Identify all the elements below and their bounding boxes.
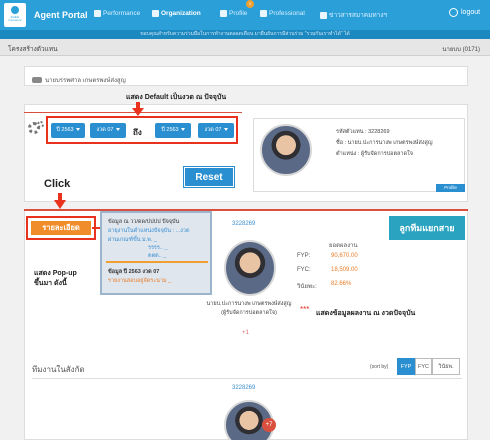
agent-id-label: นายบบ (0171)	[442, 47, 480, 53]
power-icon	[449, 8, 458, 17]
company-logo[interactable]: thailife insurance	[4, 3, 26, 27]
profile-code: รหัสตัวแทน : 3228269	[336, 129, 390, 135]
news-icon	[320, 11, 327, 19]
sub-header: โครงสร้างตัวแทน นายบบ (0171)	[0, 39, 490, 56]
organization-divider	[24, 209, 468, 211]
from-period-select[interactable]: งวด 07	[90, 123, 126, 138]
profile-info: รหัสตัวแทน : 3228269 ชื่อ : นายบ.ปะการนา…	[336, 127, 433, 160]
breadcrumb[interactable]: นายบรรพศาล เกษตรพงษ์ส่งสูญ	[32, 75, 126, 85]
stats-fyp-value: 90,670.00	[331, 253, 358, 259]
detail-button[interactable]: รายละเอียด	[31, 221, 91, 235]
announcement-bar: ขอบคุณสำหรับความร่วมมือในการทำงานตลอดเดื…	[0, 30, 490, 39]
stats-fyc-label: FYC:	[297, 267, 311, 273]
team-section-title: ทีมงานในสังกัด	[32, 365, 85, 374]
popup-line-report: รายงานสอบอยู่จัดระนาม _	[108, 278, 172, 284]
popup-line-tenure: อายุงานในตำแหน่งปัจจุบัน : ...งวด	[108, 228, 190, 234]
to-label: ถึง	[133, 128, 142, 137]
center-agent-code[interactable]: 3228269	[232, 221, 255, 227]
annotation-default: แสดง Default เป็นงวด ณ ปัจจุบัน	[126, 94, 227, 101]
profile-icon	[220, 10, 227, 17]
center-agent-avatar[interactable]	[224, 240, 276, 296]
sub-agent-code[interactable]: 3228269	[232, 385, 255, 391]
people-icon	[32, 77, 42, 83]
nav-profile[interactable]: Profile	[220, 10, 247, 17]
logo-mark-icon	[11, 6, 19, 14]
sort-rate-button[interactable]: วินัยพ.	[432, 358, 460, 375]
to-year-select[interactable]: ปี 2563	[155, 123, 191, 138]
stats-fyp-label: FYP:	[297, 253, 311, 259]
organization-icon	[152, 10, 159, 17]
stats-rate-label: วินัยพะ:	[297, 284, 317, 290]
popup-line-criteria: ผ่านเกณฑ์ขั้น ม.พ. _	[108, 237, 157, 243]
stats-header: ยอดผลงาน	[329, 243, 358, 249]
profile-position: ตำแหน่ง : ผู้รับจัดการบ่อตลาดใจ	[336, 151, 413, 157]
nav-news[interactable]: ข่าวสารสมาคมทางฯ	[320, 10, 387, 20]
popup-separator	[106, 261, 208, 263]
logo-text: thailife insurance	[8, 15, 22, 22]
from-year-select[interactable]: ปี 2563	[51, 123, 85, 138]
center-agent-info: นายบ.ปะการนางพ เกษตรพงษ์ส่งสูญ (ผู้รับจั…	[203, 300, 295, 318]
detail-connector	[92, 227, 100, 229]
chevron-down-icon	[75, 128, 80, 132]
center-agent-name: นายบ.ปะการนางพ เกษตรพงษ์ส่งสูญ	[206, 301, 292, 307]
annotation-click: Click	[44, 178, 71, 190]
nav-organization[interactable]: Organization	[152, 10, 201, 17]
annotation-performance: แสดงข้อมูลผลงาน ณ งวดปัจจุบัน	[316, 310, 416, 317]
profile-name: ชื่อ : นายบ.ปะการนางพ เกษตรพงษ์ส่งสูญ	[336, 140, 433, 146]
click-arrow-down-icon	[54, 200, 66, 209]
sort-fyc-button[interactable]: FYC	[415, 358, 432, 375]
popup-line-5: ตตต.. _	[148, 253, 167, 259]
reset-button[interactable]: Reset	[183, 166, 235, 188]
sort-by-label: (sort by)	[370, 364, 389, 370]
to-period-select[interactable]: งวด 07	[198, 123, 234, 138]
nav-performance[interactable]: Performance	[94, 10, 140, 17]
logout-button[interactable]: logout	[449, 8, 480, 17]
annotation-arrow-down-icon	[132, 108, 144, 116]
annotation-stars: ***	[300, 305, 310, 314]
app-title: Agent Portal	[34, 10, 88, 20]
center-agent-position: (ผู้รับจัดการบ่อตลาดใจ)	[221, 310, 277, 316]
popup-line-date: ข้อมูล ณ วว/ดด/ปปปป ปัจจุบัน	[108, 219, 180, 225]
popup-line-4: รรรร.. _	[148, 245, 168, 251]
chevron-down-icon	[223, 128, 228, 132]
settings-gear-small-icon	[37, 121, 44, 128]
expand-count[interactable]: +1	[242, 330, 249, 336]
sub-agent-count-badge[interactable]: +7	[262, 418, 276, 432]
profile-tab-button[interactable]: Profile	[436, 184, 465, 192]
page-title: โครงสร้างตัวแทน	[8, 46, 58, 53]
profile-avatar	[260, 124, 312, 176]
popup-line-period: ข้อมูล ปี 2563 งวด 07	[108, 269, 160, 275]
performance-icon	[94, 10, 101, 17]
notification-badge[interactable]: 2	[246, 0, 254, 8]
nav-professional[interactable]: Professional	[260, 10, 305, 17]
top-navbar: thailife insurance Agent Portal Performa…	[0, 0, 490, 30]
stats-rate-value: 82.66%	[331, 281, 352, 287]
team-split-button[interactable]: ลูกทีมแยกสาย	[389, 216, 465, 240]
annotation-popup-2: ขึ้นมา ดังนี้	[34, 280, 67, 287]
detail-popup: ข้อมูล ณ วว/ดด/ปปปป ปัจจุบัน อายุงานในตำ…	[100, 211, 212, 295]
sort-fyp-button[interactable]: FYP	[397, 358, 415, 375]
professional-icon	[260, 10, 267, 17]
team-section-divider	[32, 378, 462, 379]
chevron-down-icon	[180, 128, 185, 132]
stats-fyc-value: 18,509.00	[331, 267, 358, 273]
chevron-down-icon	[115, 128, 120, 132]
detail-button-frame: รายละเอียด	[26, 216, 96, 240]
